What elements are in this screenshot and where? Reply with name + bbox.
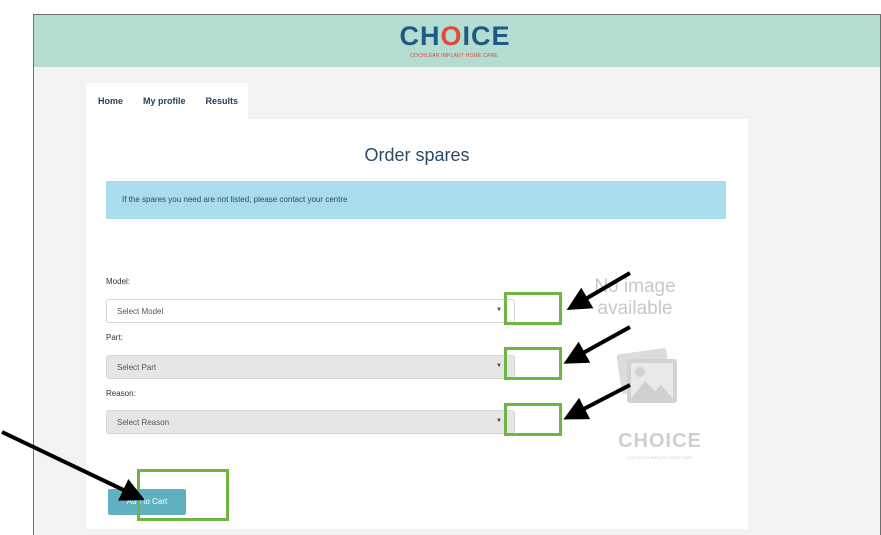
pointer-arrow-icon [563,383,631,420]
annotation-arrows [1,271,632,501]
pointer-arrow-icon [566,271,632,311]
pointer-arrow-icon [563,325,631,364]
pointer-arrow-icon [1,430,145,501]
